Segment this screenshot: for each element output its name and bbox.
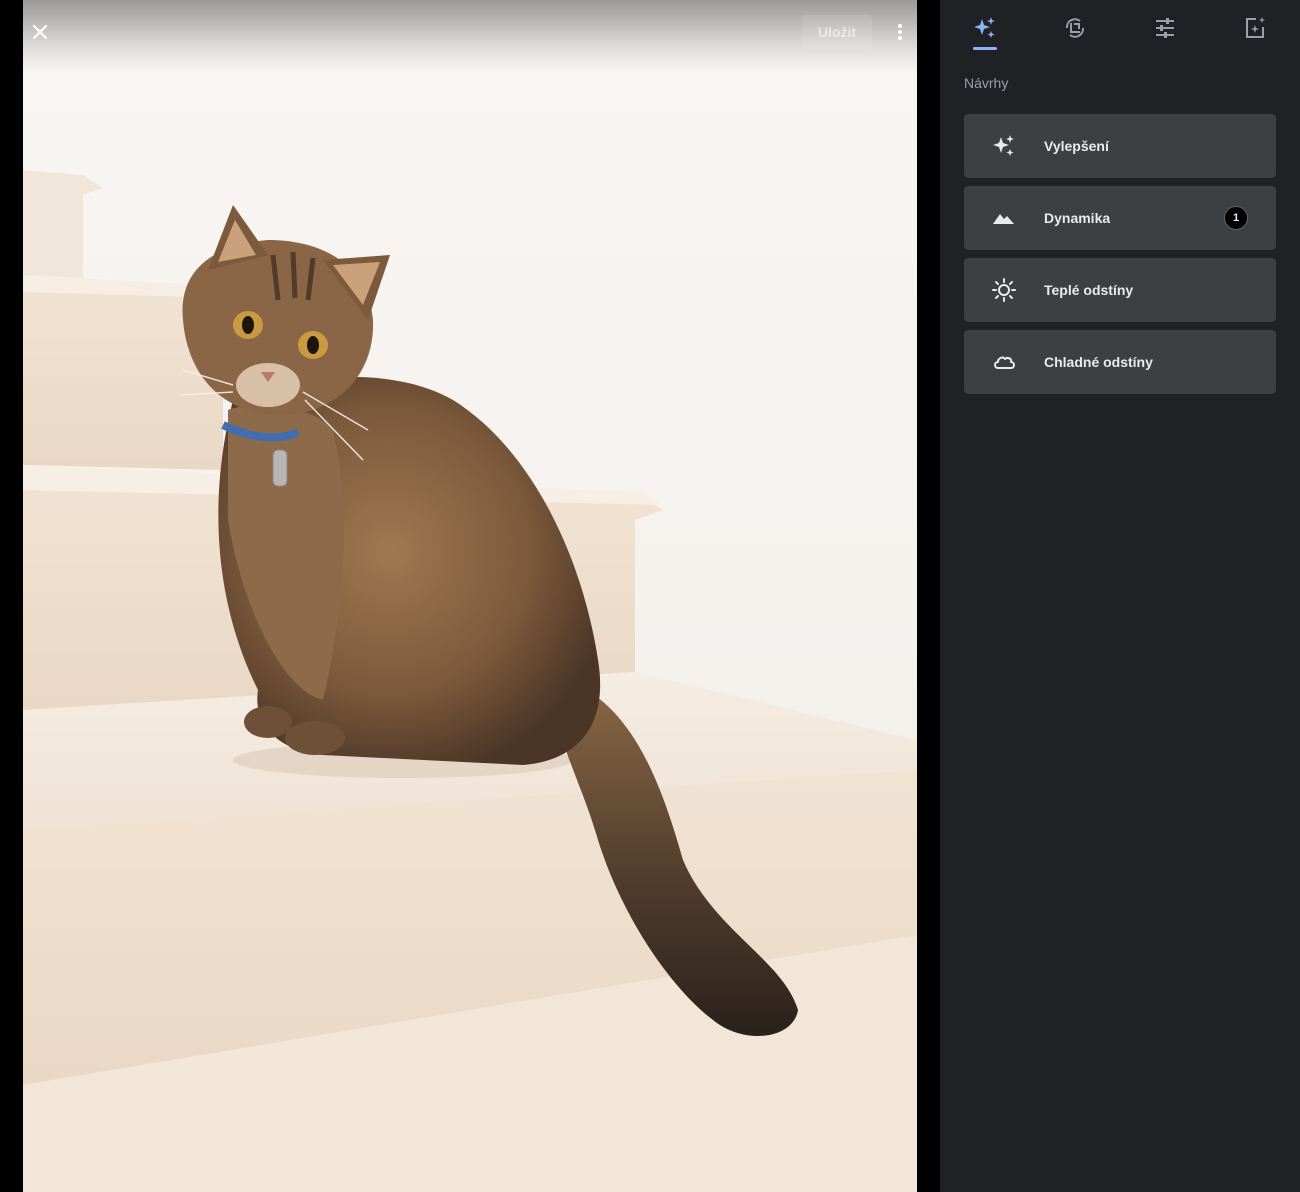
suggestion-label: Dynamika (1044, 210, 1111, 226)
more-vert-icon (898, 24, 902, 40)
section-title-suggestions: Návrhy (964, 75, 1009, 91)
close-icon (32, 24, 48, 40)
sparkle-icon (990, 132, 1018, 160)
edited-photo (23, 0, 917, 1192)
suggestion-list: Vylepšení Dynamika 1 Teplé odstíny Chlad… (964, 114, 1276, 402)
sun-icon (990, 276, 1018, 304)
tab-suggestions[interactable] (963, 8, 1007, 50)
crop-rotate-icon (1065, 18, 1085, 38)
suggestion-label: Teplé odstíny (1044, 282, 1134, 298)
sliders-icon (1156, 18, 1174, 38)
close-button[interactable] (24, 16, 56, 48)
tool-tabs (940, 0, 1300, 56)
suggestion-warm[interactable]: Teplé odstíny (964, 258, 1276, 322)
photo-editor: Uložit Návrhy Vylepšení Dynamika 1 Teplé… (0, 0, 1300, 1192)
suggestion-label: Chladné odstíny (1044, 354, 1153, 370)
suggestion-enhance[interactable]: Vylepšení (964, 114, 1276, 178)
photo-area: Uložit (0, 0, 940, 1192)
suggestion-cool[interactable]: Chladné odstíny (964, 330, 1276, 394)
cloud-icon (990, 348, 1018, 376)
mountain-icon (990, 204, 1018, 232)
suggestion-label: Vylepšení (1044, 138, 1109, 154)
tab-adjust[interactable] (1143, 8, 1187, 48)
tab-markup[interactable] (1233, 8, 1277, 48)
save-button[interactable]: Uložit (802, 15, 872, 49)
count-badge: 1 (1224, 206, 1248, 230)
markup-icon (1246, 17, 1265, 38)
sparkle-icon (974, 17, 995, 38)
edit-panel: Návrhy Vylepšení Dynamika 1 Teplé odstín… (940, 0, 1300, 1192)
more-options-button[interactable] (886, 16, 914, 48)
suggestion-dynamic[interactable]: Dynamika 1 (964, 186, 1276, 250)
tab-crop-rotate[interactable] (1053, 8, 1097, 48)
